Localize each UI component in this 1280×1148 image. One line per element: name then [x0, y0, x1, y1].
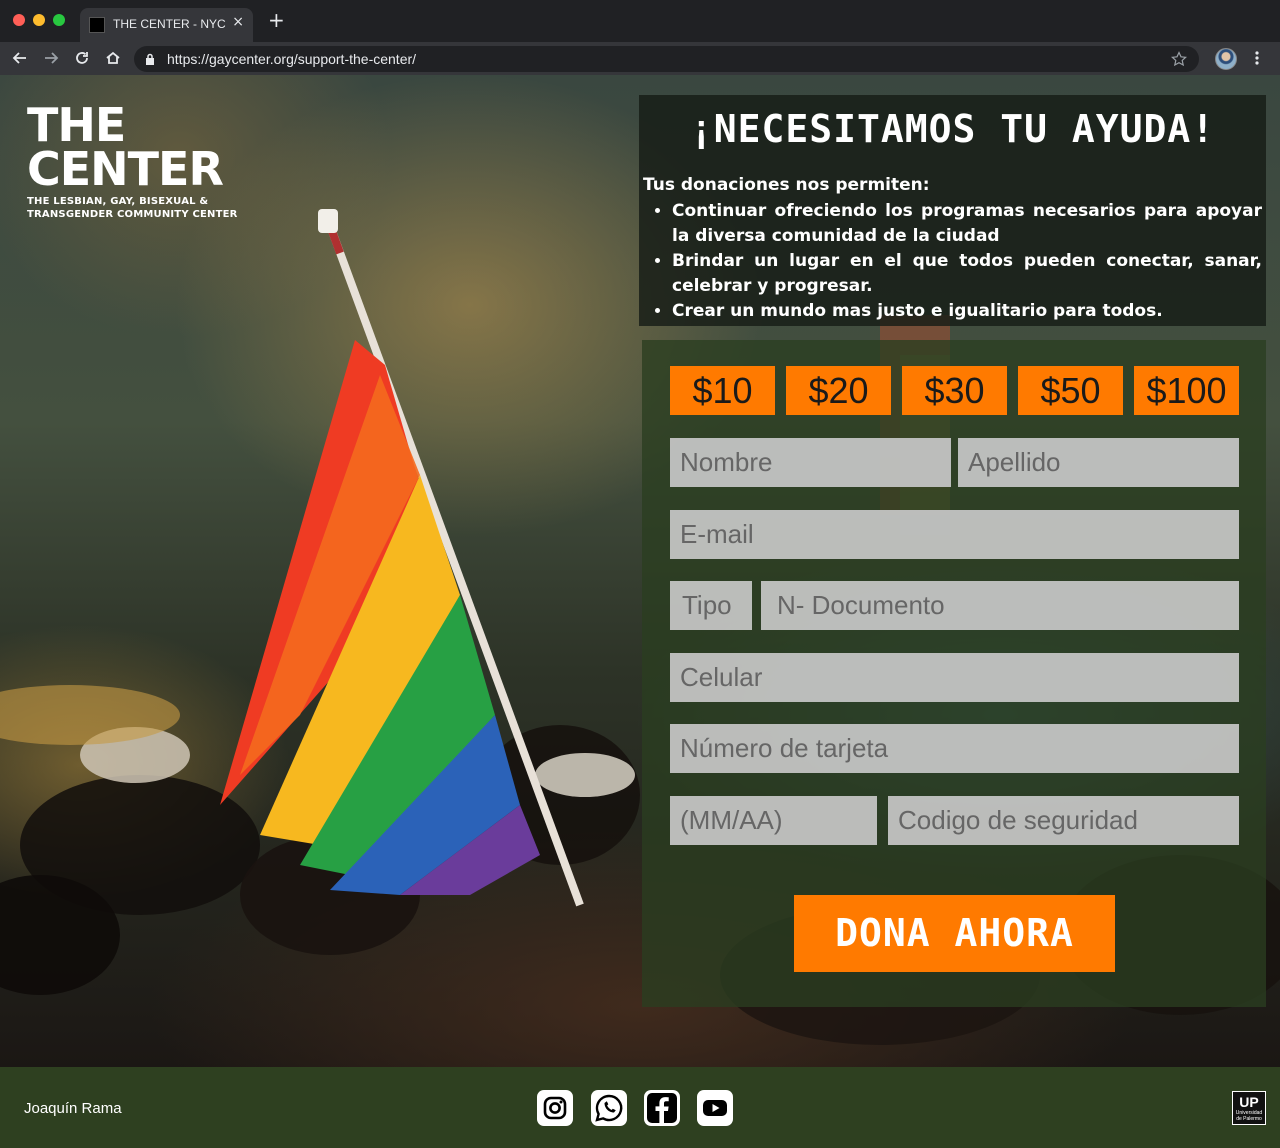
url-text: https://gaycenter.org/support-the-center…: [167, 51, 417, 67]
amount-10-button[interactable]: $10: [670, 366, 775, 415]
card-number-field[interactable]: Número de tarjeta: [670, 724, 1239, 773]
whatsapp-icon[interactable]: [591, 1090, 627, 1126]
profile-avatar[interactable]: [1215, 48, 1237, 70]
tab-title: THE CENTER - NYC: [113, 17, 226, 31]
security-code-field[interactable]: Codigo de seguridad: [888, 796, 1239, 845]
amount-50-button[interactable]: $50: [1018, 366, 1123, 415]
author-name: Joaquín Rama: [24, 1100, 122, 1117]
up-logo-subtext-line-2: de Palermo: [1236, 1116, 1262, 1122]
page-hero: THE CENTER THE LESBIAN, GAY, BISEXUAL & …: [0, 75, 1280, 1067]
window-maximize-button[interactable]: [53, 14, 65, 26]
footer: Joaquín Rama UP Universidad de Palermo: [0, 1067, 1280, 1148]
reload-icon[interactable]: [73, 49, 91, 67]
benefits-list: Continuar ofreciendo los programas neces…: [672, 199, 1262, 324]
browser-tab[interactable]: THE CENTER - NYC ×: [80, 8, 253, 42]
amount-100-button[interactable]: $100: [1134, 366, 1239, 415]
forward-icon[interactable]: [42, 49, 60, 67]
document-number-field[interactable]: N- Documento: [761, 581, 1239, 630]
up-logo-text: UP: [1239, 1094, 1259, 1110]
center-logo[interactable]: THE CENTER THE LESBIAN, GAY, BISEXUAL & …: [27, 98, 238, 221]
browser-toolbar: https://gaycenter.org/support-the-center…: [0, 42, 1280, 75]
phone-field[interactable]: Celular: [670, 653, 1239, 702]
list-item: Brindar un lugar en el que todos pueden …: [672, 249, 1262, 299]
last-name-field[interactable]: Apellido: [958, 438, 1239, 487]
new-tab-icon[interactable]: +: [268, 10, 285, 30]
window-minimize-button[interactable]: [33, 14, 45, 26]
info-intro: Tus donaciones nos permiten:: [643, 175, 930, 195]
youtube-icon[interactable]: [697, 1090, 733, 1126]
logo-line-2: CENTER: [27, 142, 224, 196]
logo-subtitle-1: THE LESBIAN, GAY, BISEXUAL &: [27, 196, 209, 207]
home-icon[interactable]: [104, 49, 122, 67]
logo-subtitle-2: TRANSGENDER COMMUNITY CENTER: [27, 209, 238, 220]
info-panel: ¡NECESITAMOS TU AYUDA! Tus donaciones no…: [639, 95, 1266, 326]
first-name-field[interactable]: Nombre: [670, 438, 951, 487]
up-logo-subtext: Universidad de Palermo: [1233, 1110, 1265, 1122]
lock-icon: [146, 53, 154, 65]
logo-line-1: THE: [27, 98, 126, 152]
expiry-field[interactable]: (MM/AA): [670, 796, 877, 845]
donate-button[interactable]: DONA AHORA: [794, 895, 1115, 972]
back-icon[interactable]: [11, 49, 29, 67]
page-title: ¡NECESITAMOS TU AYUDA!: [689, 107, 1216, 151]
list-item: Continuar ofreciendo los programas neces…: [672, 199, 1262, 249]
bookmark-star-icon[interactable]: [1171, 51, 1187, 67]
email-field[interactable]: E-mail: [670, 510, 1239, 559]
universidad-palermo-logo[interactable]: UP Universidad de Palermo: [1232, 1091, 1266, 1125]
document-type-select[interactable]: Tipo: [670, 581, 752, 630]
list-item: Crear un mundo mas justo e igualitario p…: [672, 299, 1262, 324]
window-close-button[interactable]: [13, 14, 25, 26]
donation-form: $10 $20 $30 $50 $100 Nombre Apellido E-m…: [642, 340, 1266, 1007]
address-bar[interactable]: https://gaycenter.org/support-the-center…: [134, 46, 1199, 72]
menu-kebab-icon[interactable]: [1254, 50, 1260, 66]
favicon-icon: [89, 17, 105, 33]
tab-close-icon[interactable]: ×: [232, 14, 244, 30]
browser-tab-strip: THE CENTER - NYC × +: [0, 0, 1280, 42]
amount-20-button[interactable]: $20: [786, 366, 891, 415]
facebook-icon[interactable]: [644, 1090, 680, 1126]
amount-30-button[interactable]: $30: [902, 366, 1007, 415]
instagram-icon[interactable]: [537, 1090, 573, 1126]
